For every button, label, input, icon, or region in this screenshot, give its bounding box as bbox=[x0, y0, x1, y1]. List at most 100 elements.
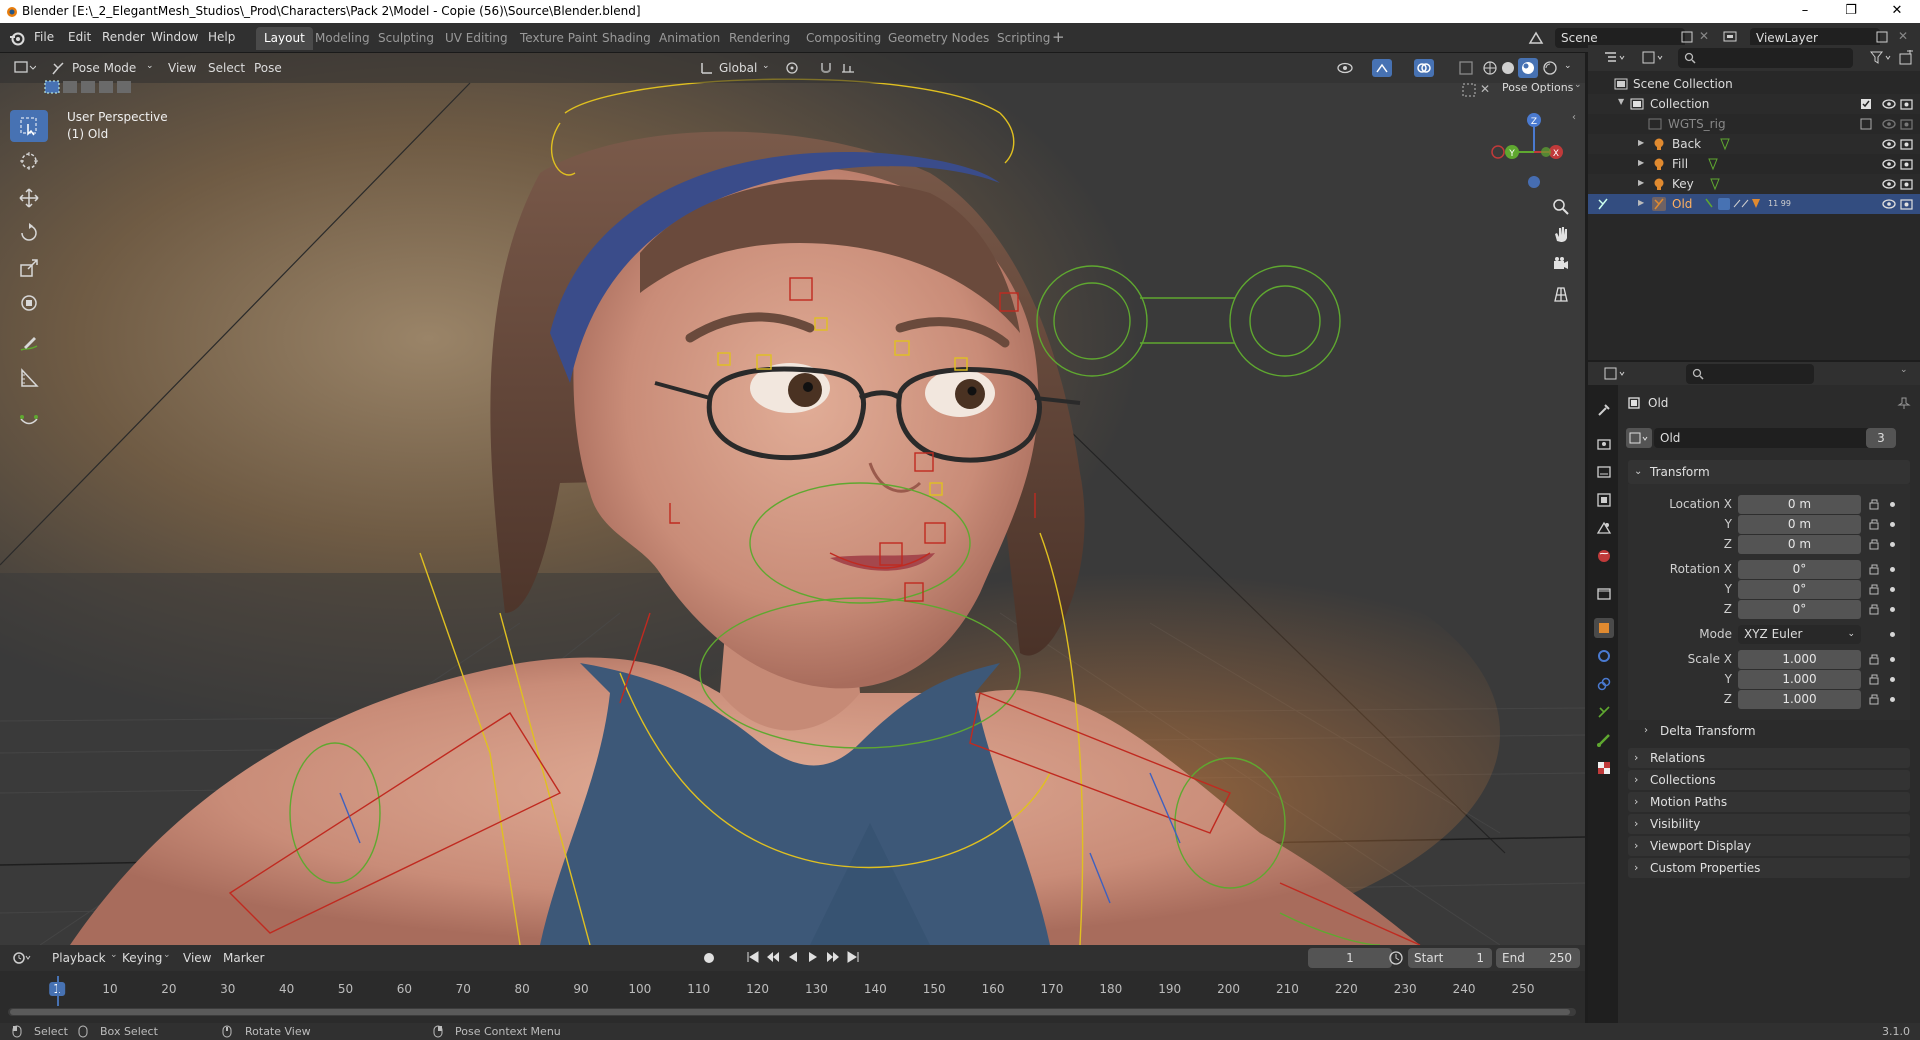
menu-help[interactable]: Help bbox=[208, 30, 235, 44]
mirror-x-icon[interactable]: ✕ bbox=[1480, 82, 1490, 96]
delta-transform-subpanel[interactable]: › Delta Transform bbox=[1640, 720, 1910, 742]
transform-orientation-selector[interactable]: Global bbox=[719, 61, 757, 75]
disable-in-renders-icon[interactable] bbox=[1900, 118, 1914, 130]
mode-dropdown-icon[interactable]: ⌄ bbox=[146, 61, 154, 71]
preview-range-icon[interactable] bbox=[1388, 950, 1404, 966]
outliner-row-scene-collection[interactable]: Scene Collection bbox=[1588, 74, 1920, 94]
delete-scene-icon[interactable]: ✕ bbox=[1699, 29, 1709, 43]
jump-end-icon[interactable] bbox=[846, 951, 860, 963]
timeline-menu-keying[interactable]: Keying bbox=[122, 951, 162, 965]
unlock-icon[interactable] bbox=[1868, 603, 1880, 615]
orientation-dropdown-icon[interactable]: ⌄ bbox=[762, 61, 770, 71]
expand-arrow-icon[interactable]: ▶ bbox=[1638, 178, 1644, 187]
scale-x-field[interactable]: 1.000 bbox=[1738, 650, 1861, 669]
workspace-tab-sculpting[interactable]: Sculpting bbox=[370, 27, 442, 50]
unlock-icon[interactable] bbox=[1868, 563, 1880, 575]
viewport-menu-select[interactable]: Select bbox=[208, 61, 245, 75]
disable-in-renders-icon[interactable] bbox=[1900, 158, 1914, 170]
snap-target-icon[interactable] bbox=[840, 60, 858, 76]
disable-in-renders-icon[interactable] bbox=[1900, 178, 1914, 190]
timeline-scrollbar[interactable] bbox=[8, 1008, 1576, 1016]
viewport-menu-view[interactable]: View bbox=[168, 61, 196, 75]
tab-modifiers[interactable] bbox=[1594, 646, 1614, 666]
properties-options-icon[interactable]: ⌄ bbox=[1900, 365, 1908, 375]
pan-view-button[interactable] bbox=[1549, 222, 1573, 246]
disable-in-renders-icon[interactable] bbox=[1900, 98, 1914, 110]
expand-arrow-icon[interactable]: ▶ bbox=[1638, 198, 1644, 207]
outliner-row-fill[interactable]: ▶ Fill bbox=[1588, 154, 1920, 174]
keyframe-dot-icon[interactable] bbox=[1890, 587, 1895, 592]
location-x-field[interactable]: 0 m bbox=[1738, 495, 1861, 514]
expand-arrow-icon[interactable]: ▶ bbox=[1638, 158, 1644, 167]
navigation-gizmo[interactable]: Z Y X bbox=[1490, 108, 1570, 192]
playback-dropdown-icon[interactable]: ⌄ bbox=[110, 950, 118, 960]
scale-z-field[interactable]: 1.000 bbox=[1738, 690, 1861, 709]
datablock-browser[interactable] bbox=[1626, 428, 1652, 448]
expand-arrow-icon[interactable]: ▶ bbox=[1638, 138, 1644, 147]
maximize-button[interactable]: ❐ bbox=[1828, 0, 1874, 23]
outliner-row-collection[interactable]: ▼ Collection bbox=[1588, 94, 1920, 114]
keyframe-dot-icon[interactable] bbox=[1890, 542, 1895, 547]
current-frame-field[interactable]: 1 bbox=[1308, 948, 1392, 968]
overlays-toggle-icon[interactable] bbox=[1414, 59, 1434, 77]
scale-y-field[interactable]: 1.000 bbox=[1738, 670, 1861, 689]
disable-in-renders-icon[interactable] bbox=[1900, 198, 1914, 210]
keyframe-dot-icon[interactable] bbox=[1890, 567, 1895, 572]
pose-options-button[interactable]: Pose Options bbox=[1502, 81, 1573, 94]
outliner-search-input[interactable] bbox=[1678, 48, 1853, 68]
cursor-tool[interactable] bbox=[10, 145, 48, 177]
frame-end-field[interactable]: End 250 bbox=[1496, 948, 1580, 968]
workspace-tab-geometry-nodes[interactable]: Geometry Nodes bbox=[880, 27, 997, 50]
workspace-tab-compositing[interactable]: Compositing bbox=[798, 27, 889, 50]
workspace-tab-animation[interactable]: Animation bbox=[651, 27, 728, 50]
hide-in-viewport-icon[interactable] bbox=[1882, 118, 1896, 130]
xray-toggle-icon[interactable] bbox=[1458, 60, 1474, 76]
keyframe-dot-icon[interactable] bbox=[1890, 697, 1895, 702]
proportional-edit-icon[interactable] bbox=[1462, 83, 1476, 97]
new-scene-icon[interactable] bbox=[1680, 30, 1694, 44]
keyframe-dot-icon[interactable] bbox=[1890, 677, 1895, 682]
new-collection-icon[interactable] bbox=[1898, 50, 1914, 66]
play-reverse-icon[interactable] bbox=[786, 951, 800, 963]
pivot-point-icon[interactable] bbox=[784, 60, 802, 76]
tab-output[interactable] bbox=[1594, 462, 1614, 482]
rendered-shading-icon[interactable] bbox=[1542, 60, 1558, 76]
outliner-editor-type-icon[interactable] bbox=[1604, 51, 1628, 65]
visibility-icon[interactable] bbox=[1337, 60, 1355, 76]
pin-icon[interactable] bbox=[1897, 396, 1911, 410]
panel-relations[interactable]: › Relations bbox=[1628, 748, 1910, 768]
new-viewlayer-icon[interactable] bbox=[1875, 30, 1889, 44]
measure-tool[interactable] bbox=[10, 362, 48, 394]
properties-editor-type-icon[interactable] bbox=[1604, 367, 1628, 381]
transform-panel-header[interactable]: ⌄ Transform bbox=[1628, 460, 1910, 484]
workspace-tab-rendering[interactable]: Rendering bbox=[721, 27, 798, 50]
blender-menu-icon[interactable] bbox=[9, 30, 25, 46]
hide-in-viewport-icon[interactable] bbox=[1882, 178, 1896, 190]
playhead-line[interactable] bbox=[57, 976, 59, 1006]
unlock-icon[interactable] bbox=[1868, 653, 1880, 665]
unlock-icon[interactable] bbox=[1868, 673, 1880, 685]
auto-keying-icon[interactable] bbox=[703, 952, 715, 964]
menu-render[interactable]: Render bbox=[102, 30, 145, 44]
tab-bone[interactable] bbox=[1594, 730, 1614, 750]
workspace-tab-modeling[interactable]: Modeling bbox=[307, 27, 378, 50]
transform-tool[interactable] bbox=[10, 287, 48, 319]
3d-viewport[interactable] bbox=[0, 53, 1585, 945]
disable-in-renders-icon[interactable] bbox=[1900, 138, 1914, 150]
menu-file[interactable]: File bbox=[34, 30, 54, 44]
rotation-mode-select[interactable]: XYZ Euler ⌄ bbox=[1738, 625, 1861, 644]
solid-shading-icon[interactable] bbox=[1500, 60, 1516, 76]
keyframe-dot-icon[interactable] bbox=[1890, 502, 1895, 507]
unlock-icon[interactable] bbox=[1868, 518, 1880, 530]
prev-keyframe-icon[interactable] bbox=[766, 951, 780, 963]
tab-armature-data[interactable] bbox=[1594, 702, 1614, 722]
rotation-x-field[interactable]: 0° bbox=[1738, 560, 1861, 579]
keyframe-dot-icon[interactable] bbox=[1890, 607, 1895, 612]
zoom-view-button[interactable] bbox=[1549, 195, 1573, 219]
workspace-tab-texture-paint[interactable]: Texture Paint bbox=[512, 27, 605, 50]
unlock-icon[interactable] bbox=[1868, 693, 1880, 705]
workspace-tab-scripting[interactable]: Scripting bbox=[989, 27, 1058, 50]
menu-edit[interactable]: Edit bbox=[68, 30, 91, 44]
unlock-icon[interactable] bbox=[1868, 538, 1880, 550]
select-new-icon[interactable] bbox=[44, 80, 60, 94]
